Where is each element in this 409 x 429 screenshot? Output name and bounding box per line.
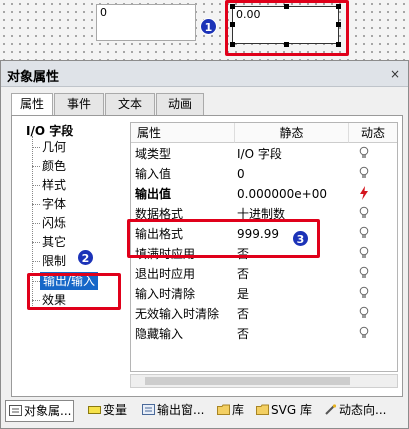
bottom-tab-variables[interactable]: 变量	[85, 400, 129, 422]
tree-branch	[32, 185, 40, 186]
variable-icon	[88, 401, 101, 414]
lightbulb-icon[interactable]	[354, 244, 374, 264]
tree-branch	[32, 223, 40, 224]
property-name: 输入值	[135, 167, 172, 181]
property-name: 退出时应用	[135, 267, 196, 281]
tree-item-color[interactable]: 颜色	[42, 157, 66, 175]
bottom-tab-output-window[interactable]: 输出窗...	[139, 400, 206, 422]
tree-item-geometry[interactable]: 几何	[42, 138, 66, 156]
bottom-tab-label: 变量	[103, 403, 128, 417]
tree-item-style[interactable]: 样式	[42, 176, 66, 194]
wizard-icon	[324, 401, 337, 415]
lightbulb-icon[interactable]	[354, 264, 374, 284]
bottom-tab-label: 对象属...	[24, 404, 72, 418]
property-name: 输出值	[135, 187, 172, 201]
bottom-tab-label: 输出窗...	[157, 403, 205, 417]
bottom-tab-label: 库	[232, 403, 245, 417]
tree-branch	[32, 261, 40, 262]
property-name: 输入时清除	[135, 287, 196, 301]
lightbulb-icon[interactable]	[354, 224, 374, 244]
bottom-tab-label: 动态向...	[339, 403, 387, 417]
property-row[interactable]: 输入时清除 是	[131, 284, 397, 304]
tree-item-font[interactable]: 字体	[42, 195, 66, 213]
bottom-tab-label: SVG 库	[271, 403, 312, 417]
property-tree: I/O 字段 几何 颜色 样式 字体 闪烁 其它 限制 输出/输入 效果	[18, 122, 128, 392]
property-static-value[interactable]: 是	[237, 284, 347, 304]
step-badge-2: 2	[77, 249, 94, 266]
property-static-value[interactable]: 否	[237, 264, 347, 284]
property-row[interactable]: 隐藏输入 否	[131, 324, 397, 344]
bottom-tab-bar: 对象属... 变量 输出窗... 库 SVG 库 动态向...	[5, 397, 407, 425]
bottom-tab-svg-library[interactable]: SVG 库	[253, 400, 314, 422]
lightning-icon[interactable]	[354, 184, 374, 204]
highlight-box-field	[225, 0, 349, 56]
tree-branch	[32, 147, 40, 148]
tree-item-flash[interactable]: 闪烁	[42, 214, 66, 232]
panel-title: 对象属性	[7, 70, 60, 85]
tab-animation[interactable]: 动画	[156, 93, 204, 115]
property-row[interactable]: 无效输入时清除 否	[131, 304, 397, 324]
property-static-value[interactable]: 0.000000e+00	[237, 184, 347, 204]
tab-properties[interactable]: 属性	[11, 93, 53, 116]
property-static-value[interactable]: 否	[237, 304, 347, 324]
output-window-icon	[142, 401, 155, 415]
property-row[interactable]: 输入值 0	[131, 164, 397, 184]
tab-events[interactable]: 事件	[54, 93, 104, 115]
folder-icon	[217, 401, 230, 415]
bottom-tab-object-properties[interactable]: 对象属...	[5, 400, 75, 422]
property-static-value[interactable]: I/O 字段	[237, 144, 347, 164]
horizontal-scrollbar[interactable]	[130, 374, 398, 388]
tree-item-limits[interactable]: 限制	[42, 252, 66, 270]
property-row[interactable]: 退出时应用 否	[131, 264, 397, 284]
folder-icon	[256, 401, 269, 415]
lightbulb-icon[interactable]	[354, 304, 374, 324]
close-icon[interactable]: ×	[388, 67, 402, 81]
column-header-property[interactable]: 属性	[131, 123, 235, 143]
property-row[interactable]: 输出值 0.000000e+00	[131, 184, 397, 204]
properties-icon	[9, 402, 22, 416]
lightbulb-icon[interactable]	[354, 324, 374, 344]
tree-item-misc[interactable]: 其它	[42, 233, 66, 251]
tree-branch	[32, 166, 40, 167]
tab-text[interactable]: 文本	[105, 93, 155, 115]
tree-branch	[32, 204, 40, 205]
scrollbar-thumb[interactable]	[145, 377, 350, 385]
io-field-1[interactable]: 0	[96, 4, 196, 41]
step-badge-3: 3	[292, 230, 309, 247]
step-badge-1: 1	[200, 18, 217, 35]
property-static-value[interactable]: 否	[237, 324, 347, 344]
property-static-value[interactable]: 0	[237, 164, 347, 184]
bottom-tab-library[interactable]: 库	[214, 400, 246, 422]
column-header-dynamic[interactable]: 动态	[349, 123, 397, 143]
lightbulb-icon[interactable]	[354, 204, 374, 224]
property-name: 隐藏输入	[135, 327, 184, 341]
property-name: 无效输入时清除	[135, 307, 220, 321]
highlight-box-tree-item	[27, 273, 121, 310]
io-field-1-value: 0	[100, 6, 107, 19]
panel-titlebar: 对象属性 ×	[1, 61, 408, 87]
lightbulb-icon[interactable]	[354, 164, 374, 184]
tree-root-io-field[interactable]: I/O 字段	[26, 122, 73, 139]
property-name: 域类型	[135, 147, 172, 161]
lightbulb-icon[interactable]	[354, 144, 374, 164]
tree-branch	[32, 242, 40, 243]
lightbulb-icon[interactable]	[354, 284, 374, 304]
bottom-tab-dynamic-wizard[interactable]: 动态向...	[321, 400, 388, 422]
column-header-static[interactable]: 静态	[235, 123, 349, 143]
property-row[interactable]: 域类型 I/O 字段	[131, 144, 397, 164]
